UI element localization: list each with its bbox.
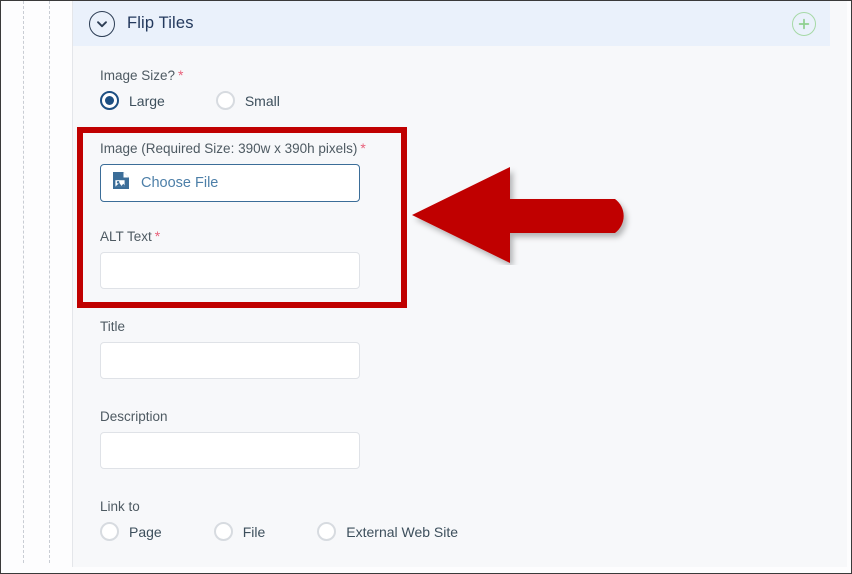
link-to-radio-group: Page File External Web Site	[100, 522, 848, 541]
radio-indicator	[100, 522, 119, 541]
image-size-label: Image Size? *	[100, 67, 848, 83]
screenshot-canvas: Flip Tiles Image Size? * Large Small Ima…	[0, 0, 852, 574]
image-upload-label-text: Image (Required Size: 390w x 390h pixels…	[100, 141, 358, 156]
radio-dot	[105, 96, 114, 105]
chevron-down-icon[interactable]	[89, 10, 115, 37]
radio-image-size-large[interactable]: Large	[100, 91, 165, 110]
required-asterisk: *	[360, 140, 366, 156]
radio-label: Large	[129, 92, 165, 109]
radio-indicator	[215, 91, 235, 110]
choose-file-label: Choose File	[141, 175, 219, 191]
link-to-label-text: Link to	[100, 499, 140, 514]
flip-tiles-panel: Flip Tiles Image Size? * Large Small Ima…	[72, 1, 847, 567]
link-to-label: Link to	[100, 499, 848, 514]
alt-text-input[interactable]	[100, 252, 360, 289]
radio-link-to-page[interactable]: Page	[100, 522, 162, 541]
layout-guide-line	[49, 1, 50, 563]
image-size-label-text: Image Size?	[100, 68, 176, 83]
plus-circle-icon[interactable]	[792, 11, 816, 36]
radio-label: External Web Site	[346, 523, 459, 540]
alt-text-label-text: ALT Text	[100, 229, 152, 244]
title-label-text: Title	[100, 319, 126, 334]
flip-tiles-form: Image Size? * Large Small Image (Required…	[73, 46, 848, 567]
image-upload-label: Image (Required Size: 390w x 390h pixels…	[100, 140, 848, 156]
page-title: Flip Tiles	[127, 14, 194, 32]
description-input[interactable]	[100, 432, 360, 469]
radio-label: File	[242, 523, 266, 540]
radio-indicator	[100, 91, 119, 110]
radio-label: Small	[244, 92, 280, 109]
title-input[interactable]	[100, 342, 360, 379]
description-label: Description	[100, 409, 848, 424]
image-file-icon	[112, 171, 130, 195]
radio-label: Page	[129, 523, 162, 540]
description-label-text: Description	[100, 409, 168, 424]
layout-guide-line	[23, 1, 24, 563]
required-asterisk: *	[154, 228, 161, 244]
radio-link-to-external-web-site[interactable]: External Web Site	[317, 522, 458, 541]
image-size-radio-group: Large Small	[100, 91, 848, 110]
radio-indicator	[213, 522, 233, 541]
alt-text-label: ALT Text *	[100, 228, 848, 244]
title-label: Title	[100, 319, 848, 334]
radio-image-size-small[interactable]: Small	[215, 91, 280, 110]
radio-link-to-file[interactable]: File	[213, 522, 266, 541]
required-asterisk: *	[178, 67, 184, 83]
choose-file-button[interactable]: Choose File	[100, 164, 360, 202]
radio-indicator	[317, 522, 337, 541]
section-header: Flip Tiles	[73, 1, 830, 46]
